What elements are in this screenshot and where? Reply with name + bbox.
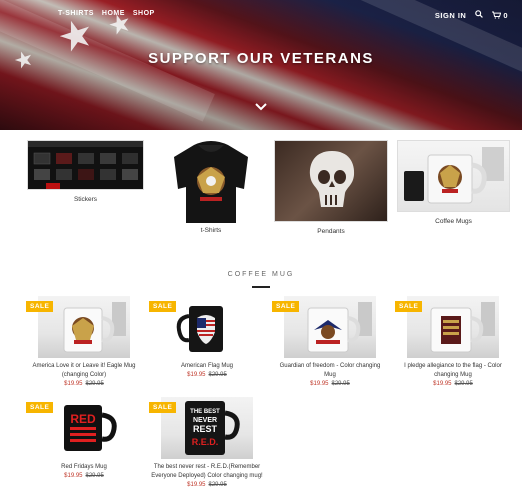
sign-in-link[interactable]: SIGN IN [435,11,466,20]
section-divider [252,286,270,288]
sale-badge: SALE [26,301,54,312]
sale-price: $19.95 [433,381,452,387]
product-name[interactable]: I pledge allegiance to the flag - Color … [395,362,511,380]
mug-print-red: RED [70,412,96,426]
category-pendants[interactable]: Pendants [274,140,388,235]
product-price: $19.95 $29.95 [395,381,511,387]
nav-item-tshirts[interactable]: T-SHIRTS [58,10,94,17]
sale-badge: SALE [395,301,423,312]
category-label: t-Shirts [200,227,222,234]
sale-price: $19.95 [187,482,206,488]
mug-print-line: THE BEST [190,409,220,415]
tshirts-image [164,137,258,225]
category-coffee-mugs[interactable]: Coffee Mugs [397,140,510,225]
sale-price: $19.95 [64,473,83,479]
pendants-image [274,140,388,222]
product-name[interactable]: American Flag Mug [149,362,265,371]
category-label: Coffee Mugs [435,218,472,225]
product-card[interactable]: SALE Guardian of freedom - Color changin… [272,296,388,387]
product-card[interactable]: THE BEST NEVER REST R.E.D. SALE The best… [149,397,265,488]
sale-price: $19.95 [187,372,206,378]
product-price: $19.95 $29.95 [26,381,142,387]
original-price: $29.95 [208,482,227,488]
product-name[interactable]: Red Fridays Mug [26,463,142,472]
product-price: $19.95 $29.95 [272,381,388,387]
cart-count: 0 [503,10,508,20]
original-price: $29.95 [208,372,227,378]
product-card[interactable]: SALE I pledge allegiance to the flag - C… [395,296,511,387]
sale-badge: SALE [149,402,177,413]
sale-badge: SALE [26,402,54,413]
product-name[interactable]: The best never rest - R.E.D.(Remember Ev… [149,463,265,481]
main-nav: T-SHIRTS HOME SHOP [58,10,155,17]
product-price: $19.95 $29.95 [149,482,265,488]
sale-price: $19.95 [310,381,329,387]
category-stickers[interactable]: Stickers [27,140,144,203]
product-card[interactable]: SALE American Flag Mug $19.95 $29.95 [149,296,265,378]
nav-item-home[interactable]: HOME [102,10,125,17]
mug-print-line: NEVER [193,417,217,424]
product-card[interactable]: RED SALE Red Fridays Mug $19.95 $29.95 [26,397,142,479]
sale-badge: SALE [149,301,177,312]
original-price: $29.95 [331,381,350,387]
product-name[interactable]: Guardian of freedom - Color changing Mug [272,362,388,380]
original-price: $29.95 [85,473,104,479]
sale-price: $19.95 [64,381,83,387]
hero-banner: ★ ★ ★ T-SHIRTS HOME SHOP SIGN IN 0 SUPPO… [0,0,522,130]
nav-item-shop[interactable]: SHOP [133,10,155,17]
mug-print-line: REST [193,424,218,434]
section-title: COFFEE MUG [227,271,295,278]
original-price: $29.95 [85,381,104,387]
category-label: Stickers [73,196,98,203]
sale-badge: SALE [272,301,300,312]
hero-title: SUPPORT OUR VETERANS [148,50,374,67]
cart-button[interactable]: 0 [492,11,508,20]
account-nav: SIGN IN 0 [435,10,508,20]
original-price: $29.95 [454,381,473,387]
coffee-mugs-image [397,140,510,212]
product-name[interactable]: America Love it or Leave it! Eagle Mug (… [26,362,142,380]
mug-print-line: R.E.D. [192,437,219,447]
category-tshirts[interactable]: t-Shirts [164,137,258,234]
stickers-image [27,140,144,190]
category-label: Pendants [317,228,345,235]
cart-icon [492,11,502,19]
search-icon[interactable] [475,10,484,20]
product-card[interactable]: SALE America Love it or Leave it! Eagle … [26,296,142,387]
product-price: $19.95 $29.95 [26,473,142,479]
chevron-down-icon[interactable] [255,98,267,116]
product-price: $19.95 $29.95 [149,372,265,378]
flag-star-icon: ★ [103,6,136,42]
